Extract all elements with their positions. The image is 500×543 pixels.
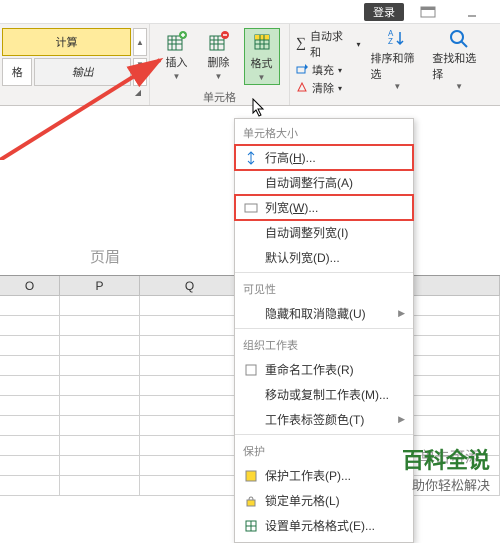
col-header[interactable]: Q — [140, 276, 240, 296]
sheet-icon — [243, 362, 259, 378]
menu-section-cellsize: 单元格大小 — [235, 119, 413, 145]
style-up[interactable]: ▲ — [133, 28, 147, 56]
menu-section-organize: 组织工作表 — [235, 331, 413, 357]
delete-button[interactable]: 删除 ▼ — [202, 28, 236, 85]
editing-group: ∑自动求和▾ 填充▾ 清除▾ AZ 排序和筛选 ▼ 查找和选择 ▼ — [290, 24, 500, 105]
styles-launcher[interactable]: ◢ — [2, 88, 147, 100]
format-dropdown: 单元格大小 行高(H)... 自动调整行高(A) 列宽(W)... 自动调整列宽… — [234, 118, 414, 543]
dropdown-arrow-icon: ▼ — [173, 72, 181, 81]
delete-label: 删除 — [208, 54, 230, 70]
style-cell-label[interactable]: 格 — [2, 58, 32, 86]
clear-icon — [296, 81, 308, 96]
col-header[interactable]: P — [60, 276, 140, 296]
style-calculation[interactable]: 计算 — [2, 28, 131, 56]
menu-autofit-row[interactable]: 自动调整行高(A) — [235, 170, 413, 195]
menu-separator — [235, 434, 413, 435]
ribbon: 计算 ▲ 格 输出 ▼ ▾ ◢ 插入 ▼ 删除 ▼ — [0, 24, 500, 106]
style-more[interactable]: ▾ — [133, 73, 147, 87]
protect-icon — [243, 468, 259, 484]
menu-row-height[interactable]: 行高(H)... — [235, 145, 413, 170]
cells-group: 插入 ▼ 删除 ▼ 格式 ▼ 单元格 — [150, 24, 290, 105]
magnify-icon — [448, 28, 470, 50]
fill-label[interactable]: 填充 — [312, 62, 334, 78]
insert-button[interactable]: 插入 ▼ — [160, 28, 194, 85]
menu-default-width[interactable]: 默认列宽(D)... — [235, 245, 413, 270]
menu-rename-sheet[interactable]: 重命名工作表(R) — [235, 357, 413, 382]
format-button[interactable]: 格式 ▼ — [244, 28, 280, 85]
find-select-label: 查找和选择 — [432, 50, 486, 82]
format-icon — [251, 31, 273, 53]
autosum-label[interactable]: 自动求和 — [310, 28, 353, 60]
col-width-icon — [243, 200, 259, 216]
menu-tab-color[interactable]: 工作表标签颜色(T) ▶ — [235, 407, 413, 432]
format-label: 格式 — [251, 55, 273, 71]
menu-hide-unhide[interactable]: 隐藏和取消隐藏(U) ▶ — [235, 301, 413, 326]
svg-text:Z: Z — [388, 37, 393, 46]
insert-icon — [166, 30, 188, 52]
lock-icon — [243, 493, 259, 509]
cells-group-label: 单元格 — [203, 89, 236, 105]
insert-label: 插入 — [166, 54, 188, 70]
ribbon-display-icon[interactable] — [408, 3, 448, 21]
menu-protect-sheet[interactable]: 保护工作表(P)... — [235, 463, 413, 488]
submenu-arrow-icon: ▶ — [398, 414, 405, 425]
sort-filter-button[interactable]: AZ 排序和筛选 ▼ — [371, 28, 425, 91]
minimize-icon[interactable] — [452, 3, 492, 21]
row-height-icon — [243, 150, 259, 166]
watermark-title: 百科全说 — [402, 443, 490, 475]
dropdown-arrow-icon: ▼ — [215, 72, 223, 81]
delete-icon — [208, 30, 230, 52]
menu-format-cells[interactable]: 设置单元格格式(E)... — [235, 513, 413, 538]
menu-separator — [235, 328, 413, 329]
watermark-subtitle: 助你轻松解决 — [402, 475, 490, 494]
format-cells-icon — [243, 518, 259, 534]
styles-group: 计算 ▲ 格 输出 ▼ ▾ ◢ — [0, 24, 150, 105]
sigma-icon: ∑ — [296, 36, 306, 52]
watermark: 百科全说 助你轻松解决 — [402, 443, 490, 494]
menu-autofit-col[interactable]: 自动调整列宽(I) — [235, 220, 413, 245]
menu-col-width[interactable]: 列宽(W)... — [235, 195, 413, 220]
style-down[interactable]: ▼ — [133, 58, 147, 72]
menu-section-protect: 保护 — [235, 437, 413, 463]
menu-section-visibility: 可见性 — [235, 275, 413, 301]
titlebar: 登录 — [0, 0, 500, 24]
style-output[interactable]: 输出 — [34, 58, 131, 86]
clear-label[interactable]: 清除 — [312, 80, 334, 96]
fill-icon — [296, 63, 308, 78]
login-button[interactable]: 登录 — [364, 3, 404, 21]
find-select-button[interactable]: 查找和选择 ▼ — [432, 28, 486, 91]
sort-filter-label: 排序和筛选 — [371, 50, 425, 82]
col-header[interactable]: O — [0, 276, 60, 296]
sort-icon: AZ — [386, 28, 408, 50]
menu-lock-cell[interactable]: 锁定单元格(L) — [235, 488, 413, 513]
submenu-arrow-icon: ▶ — [398, 308, 405, 319]
menu-move-copy[interactable]: 移动或复制工作表(M)... — [235, 382, 413, 407]
dropdown-arrow-icon: ▼ — [258, 73, 266, 82]
menu-separator — [235, 272, 413, 273]
